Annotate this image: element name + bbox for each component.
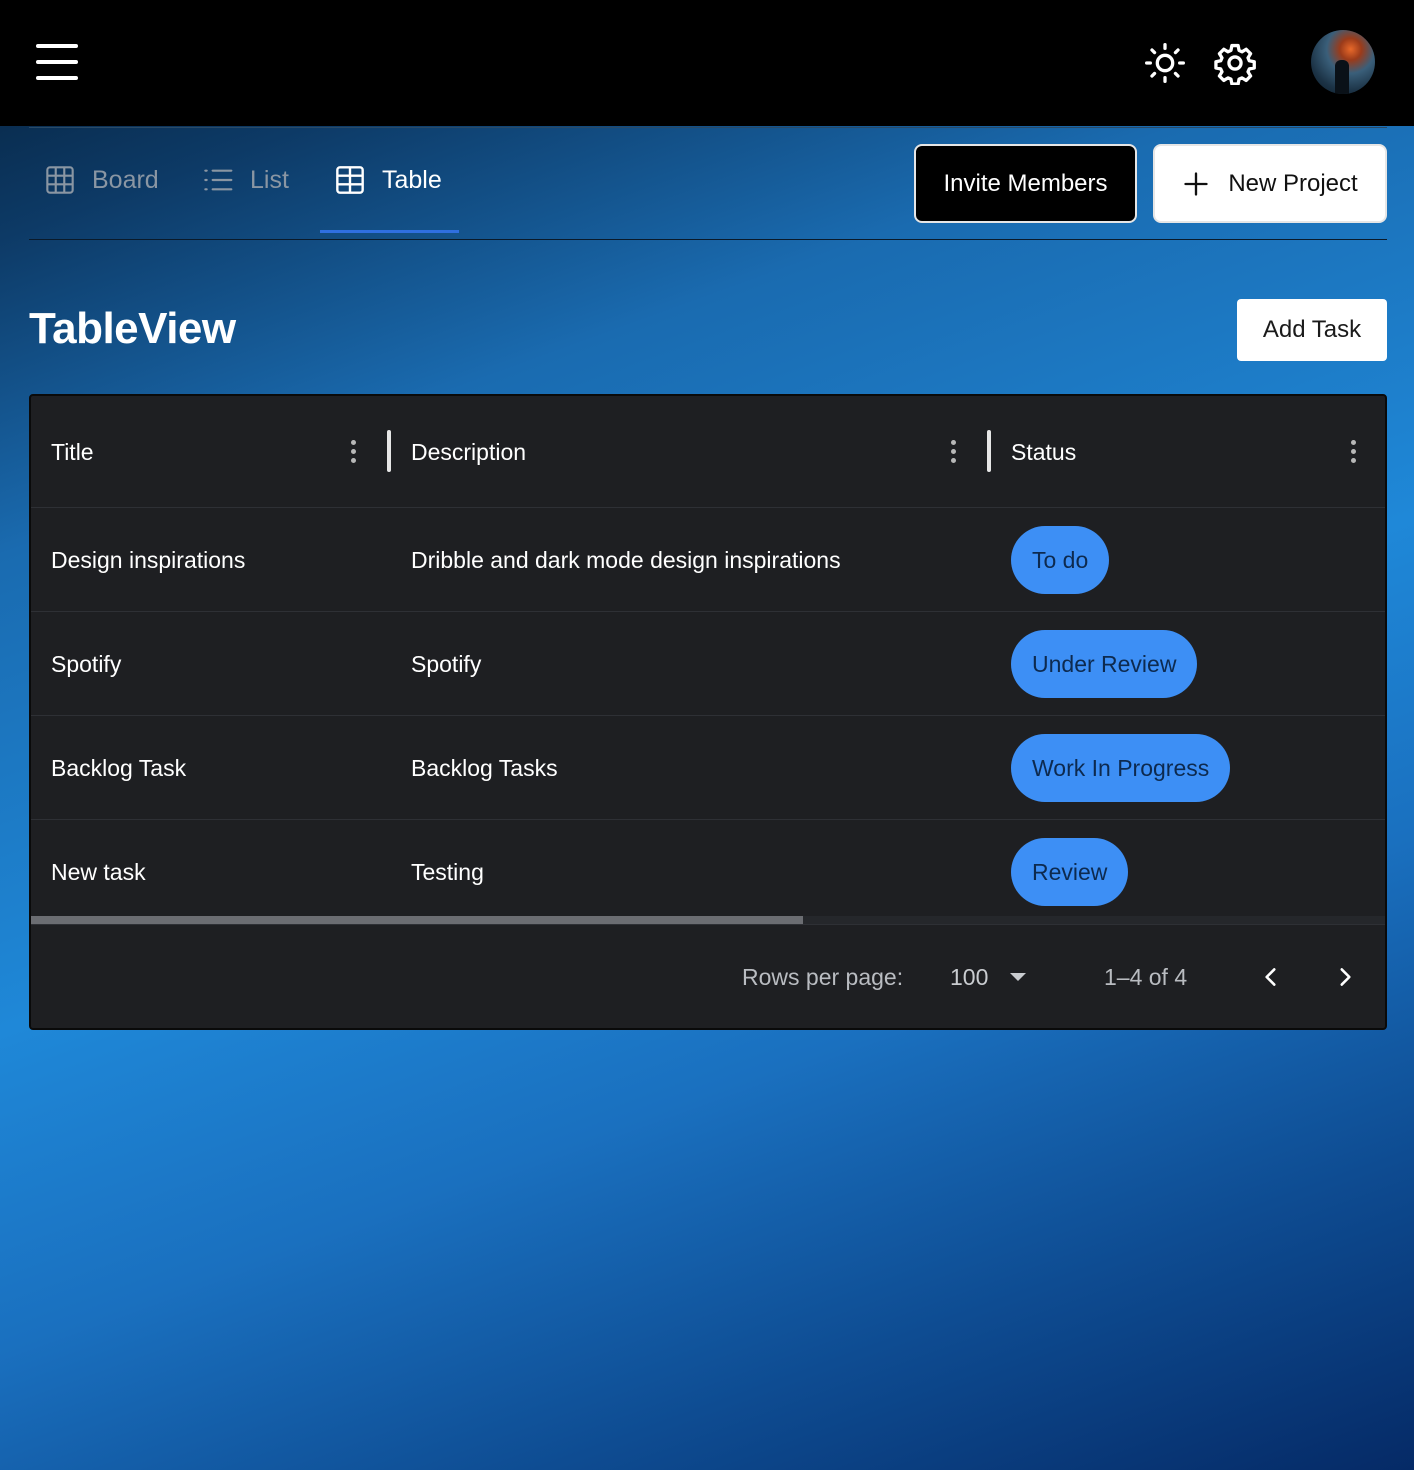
- status-chip[interactable]: Review: [1011, 838, 1129, 906]
- cell-description: Backlog Tasks: [411, 754, 558, 781]
- cell-title: New task: [51, 858, 146, 885]
- table-pagination: Rows per page: 100 1–4 of 4: [31, 924, 1385, 1028]
- cell-title: Backlog Task: [51, 754, 187, 781]
- horizontal-scrollbar-thumb[interactable]: [31, 916, 803, 924]
- add-task-label: Add Task: [1262, 316, 1362, 343]
- invite-members-label: Invite Members: [943, 169, 1108, 197]
- sun-icon[interactable]: [1143, 41, 1187, 85]
- hamburger-menu-icon[interactable]: [36, 44, 78, 80]
- column-resize-handle[interactable]: [387, 430, 391, 472]
- add-task-button[interactable]: Add Task: [1237, 299, 1387, 361]
- cell-description: Testing: [411, 858, 484, 885]
- cell-status: Review: [1011, 820, 1129, 924]
- column-menu-icon[interactable]: [1349, 440, 1357, 464]
- status-chip[interactable]: Under Review: [1011, 630, 1198, 698]
- cell-status: To do: [1011, 508, 1110, 612]
- tab-board-label: Board: [92, 165, 159, 194]
- rows-per-page-label: Rows per page:: [742, 963, 904, 990]
- table-header: Title Description Status: [31, 396, 1385, 508]
- tab-list-label: List: [250, 165, 289, 194]
- grid-icon: [46, 166, 74, 194]
- caret-down-icon: [1010, 973, 1027, 981]
- invite-members-button[interactable]: Invite Members: [914, 144, 1137, 223]
- rows-per-page-select[interactable]: 100: [950, 955, 1027, 999]
- task-data-grid: Title Description Status Design inspirat…: [29, 394, 1387, 1030]
- table-row[interactable]: Spotify Spotify Under Review: [31, 612, 1385, 716]
- plus-icon: [1184, 171, 1208, 196]
- status-chip[interactable]: To do: [1011, 526, 1110, 594]
- view-switcher-bar: Board List Table Invite Members New Proj…: [29, 127, 1387, 240]
- column-header-status[interactable]: Status: [1011, 396, 1076, 508]
- column-header-description[interactable]: Description: [411, 396, 526, 508]
- previous-page-button[interactable]: [1249, 955, 1293, 999]
- status-chip[interactable]: Work In Progress: [1011, 734, 1231, 802]
- column-menu-icon[interactable]: [349, 440, 357, 464]
- table-row[interactable]: Design inspirations Dribble and dark mod…: [31, 508, 1385, 612]
- table-row[interactable]: New task Testing Review: [31, 820, 1385, 916]
- active-tab-indicator: [320, 230, 459, 233]
- page-title: TableView: [29, 304, 236, 353]
- cell-description: Spotify: [411, 650, 482, 677]
- column-resize-handle[interactable]: [987, 430, 991, 472]
- rows-per-page-value: 100: [950, 963, 989, 990]
- table-row[interactable]: Backlog Task Backlog Tasks Work In Progr…: [31, 716, 1385, 820]
- tab-list[interactable]: List: [202, 128, 289, 232]
- user-avatar[interactable]: [1311, 30, 1375, 94]
- column-header-title[interactable]: Title: [51, 396, 94, 508]
- pagination-range: 1–4 of 4: [1104, 963, 1188, 990]
- new-project-label: New Project: [1228, 169, 1358, 197]
- chevron-right-icon: [1340, 968, 1351, 986]
- chevron-left-icon: [1265, 968, 1276, 986]
- tab-table[interactable]: Table: [334, 128, 442, 232]
- cell-description: Dribble and dark mode design inspiration…: [411, 546, 841, 573]
- tab-table-label: Table: [382, 165, 442, 194]
- table-icon: [336, 166, 364, 194]
- column-menu-icon[interactable]: [949, 440, 957, 464]
- gear-icon[interactable]: [1213, 41, 1257, 85]
- cell-title: Spotify: [51, 650, 122, 677]
- cell-title: Design inspirations: [51, 546, 246, 573]
- tab-board[interactable]: Board: [44, 128, 159, 232]
- cell-status: Work In Progress: [1011, 716, 1231, 820]
- next-page-button[interactable]: [1323, 955, 1367, 999]
- list-icon: [204, 169, 233, 191]
- cell-status: Under Review: [1011, 612, 1198, 716]
- new-project-button[interactable]: New Project: [1153, 144, 1387, 223]
- top-app-bar: [0, 0, 1414, 126]
